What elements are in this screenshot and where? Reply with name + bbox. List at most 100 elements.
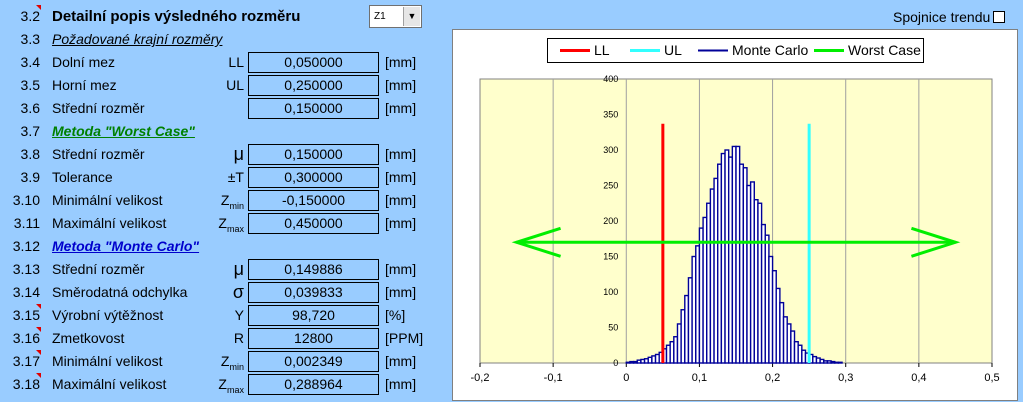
symbol-subscript: max [226, 384, 244, 395]
row-number: 3.13 [12, 261, 40, 277]
x-tick-label: 0,2 [765, 372, 780, 384]
row-label: Maximální velikost [52, 376, 167, 392]
monte-carlo-bar [647, 356, 653, 364]
row-label: Minimální velikost [52, 353, 163, 369]
monte-carlo-bar [823, 360, 829, 364]
y-tick-label: 300 [603, 145, 618, 155]
symbol-text: Z [218, 376, 227, 392]
dimension-select-value: Z1 [374, 11, 386, 22]
row-label: Směrodatná odchylka [52, 284, 188, 300]
monte-carlo-bar [640, 358, 646, 364]
symbol-text: μ [233, 144, 244, 164]
symbol-text: σ [232, 282, 244, 302]
row-label: Požadované krajní rozměry [52, 31, 223, 47]
monte-carlo-bar [713, 177, 719, 364]
row-number: 3.15 [12, 307, 40, 323]
row-number: 3.3 [20, 31, 40, 47]
page-title: Detailní popis výsledného rozměru [52, 8, 301, 25]
monte-carlo-bar [654, 353, 660, 364]
monte-carlo-bar [702, 216, 708, 364]
monte-carlo-bar [735, 145, 741, 364]
legend-worst-case-label: Worst Case [848, 42, 921, 58]
monte-carlo-bar [782, 316, 788, 364]
monte-carlo-bar [651, 355, 657, 364]
symbol-subscript: min [229, 361, 244, 372]
value-cell[interactable]: 0,300000 [248, 167, 379, 188]
value-cell[interactable]: 0,002349 [248, 351, 379, 372]
monte-carlo-bar [727, 156, 734, 364]
comment-marker-icon[interactable] [36, 373, 41, 378]
chart-legend: LL UL Monte Carlo Worst Case [547, 38, 924, 63]
monte-carlo-bar [826, 360, 832, 364]
parameter-row: 3.15 Výrobní výtěžnost Y 98,720 [%] [0, 304, 440, 327]
monte-carlo-bar [746, 184, 752, 364]
monte-carlo-bar [643, 358, 649, 364]
monte-carlo-bar [808, 353, 814, 364]
monte-carlo-bar [731, 145, 737, 364]
row-number: 3.16 [12, 330, 40, 346]
monte-carlo-bar [698, 227, 704, 364]
y-tick-label: 150 [603, 252, 618, 262]
row-number: 3.6 [20, 100, 40, 116]
value-cell[interactable]: 0,149886 [248, 259, 379, 280]
value-cell[interactable]: -0,150000 [248, 190, 379, 211]
monte-carlo-bar [742, 167, 748, 364]
unit-label: [mm] [385, 376, 417, 392]
dimension-select[interactable]: Z1 ▼ [369, 5, 422, 28]
unit-label: [mm] [385, 192, 417, 208]
comment-marker-icon[interactable] [36, 327, 41, 332]
monte-carlo-bar [669, 341, 675, 364]
worst-case-arrow-right [910, 226, 961, 258]
trend-line-label: Spojnice trendu [893, 9, 991, 25]
value-cell[interactable]: 0,150000 [248, 144, 379, 165]
comment-marker-icon[interactable] [36, 350, 41, 355]
row-symbol: ±T [200, 166, 244, 189]
monte-carlo-bar [629, 360, 635, 364]
monte-carlo-bar [812, 355, 818, 364]
monte-carlo-bar [636, 359, 642, 364]
unit-label: [PPM] [385, 330, 424, 346]
monte-carlo-bar [749, 181, 755, 364]
value-cell[interactable]: 0,250000 [248, 75, 379, 96]
y-tick-label: 400 [603, 74, 618, 84]
chevron-down-icon[interactable]: ▼ [403, 7, 420, 26]
row-label: Zmetkovost [52, 330, 125, 346]
comment-marker-icon[interactable] [36, 304, 41, 309]
value-cell[interactable]: 12800 [248, 328, 379, 349]
comment-marker-icon[interactable] [36, 5, 41, 10]
unit-label: [mm] [385, 77, 417, 93]
unit-label: [mm] [385, 284, 417, 300]
trend-line-checkbox[interactable] [993, 11, 1006, 23]
value-cell[interactable]: 0,050000 [248, 52, 379, 73]
x-tick-label: 0,4 [911, 372, 926, 384]
unit-label: [mm] [385, 54, 417, 70]
legend-monte-carlo-label: Monte Carlo [732, 42, 808, 58]
monte-carlo-bar [804, 352, 810, 364]
symbol-text: ±T [227, 169, 244, 185]
monte-carlo-bar [815, 357, 821, 364]
chart: LL UL Monte Carlo Worst Case 0 50 100 150 20… [452, 29, 1018, 401]
value-cell[interactable]: 0,150000 [248, 98, 379, 119]
trend-line-toggle[interactable]: Spojnice trendu [893, 8, 1006, 26]
x-tick-label: 0,1 [692, 372, 707, 384]
unit-label: [mm] [385, 169, 417, 185]
value-cell[interactable]: 0,450000 [248, 213, 379, 234]
monte-carlo-bar [724, 149, 730, 364]
row-label: Střední rozměr [52, 100, 145, 116]
row-symbol: Zmax [200, 373, 244, 402]
symbol-subscript: min [229, 200, 244, 211]
parameter-row: 3.4 Dolní mez LL 0,050000 [mm] [0, 51, 440, 74]
row-label: Maximální velikost [52, 215, 167, 231]
symbol-text: LL [228, 54, 244, 70]
monte-carlo-bar [819, 358, 825, 364]
unit-label: [mm] [385, 261, 417, 277]
monte-carlo-bar [717, 163, 723, 364]
value-cell[interactable]: 0,039833 [248, 282, 379, 303]
row-symbol: R [200, 327, 244, 350]
row-symbol: LL [200, 51, 244, 74]
value-cell[interactable]: 98,720 [248, 305, 379, 326]
value-cell[interactable]: 0,288964 [248, 374, 379, 395]
monte-carlo-bar [790, 330, 796, 364]
row-label: Střední rozměr [52, 146, 145, 162]
parameter-row: 3.14 Směrodatná odchylka σ 0,039833 [mm] [0, 281, 440, 304]
